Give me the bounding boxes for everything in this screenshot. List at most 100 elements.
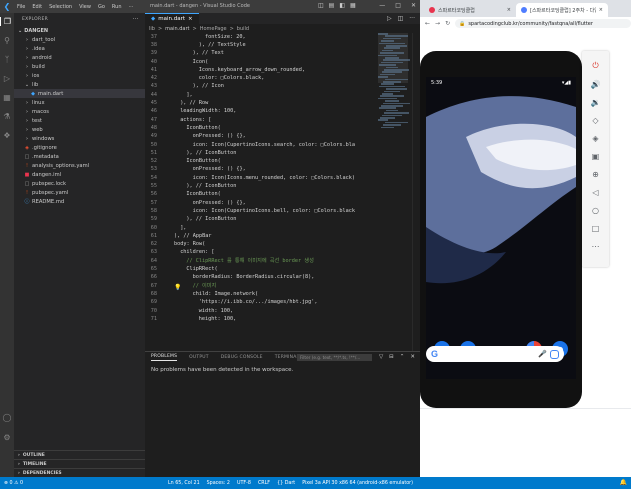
section-dependencies[interactable]: › DEPENDENCIES [14,468,145,477]
tree-item[interactable]: › ios [14,71,145,80]
project-root[interactable]: ⌄ DANGEN [14,26,145,35]
menu-item-run[interactable]: Run [112,4,122,10]
tree-item[interactable]: ◆ main.dart [14,89,145,98]
panel-tab-output[interactable]: OUTPUT [189,355,209,360]
section-timeline[interactable]: › TIMELINE [14,459,145,468]
status-item[interactable]: Pixel 3a API 30 x86 64 (android-x86 emul… [302,481,413,486]
remote-icon[interactable]: ❖ [0,131,14,140]
toggle-sidebar-icon[interactable]: ◫ [318,2,324,9]
maximize-panel-icon[interactable]: ⌃ [400,354,405,360]
close-panel-icon[interactable]: ✕ [410,354,415,360]
close-tab-icon[interactable]: × [188,16,193,22]
rotate-right-icon[interactable]: ◈ [582,129,609,147]
section-outline[interactable]: › OUTLINE [14,450,145,459]
maximize-icon[interactable]: □ [395,2,401,9]
tree-item[interactable]: ! pubspec.yaml [14,188,145,197]
status-item[interactable]: CRLF [258,481,270,486]
tree-item[interactable]: □ pubspec.lock [14,179,145,188]
extensions-icon[interactable]: ▦ [0,93,14,102]
back-arrow-icon[interactable]: ← [425,20,430,27]
chrome-tab[interactable]: [스파르타코딩클럽] 2주차 - 다양한 위젯을 활용해보자× [516,3,608,17]
rotate-left-icon[interactable]: ◇ [582,111,609,129]
tree-item[interactable]: › macos [14,107,145,116]
collapse-all-icon[interactable]: ⊟ [389,354,394,360]
tab-main-dart[interactable]: ◆ main.dart × [145,13,199,24]
more-actions-icon[interactable]: ··· [132,16,139,23]
tree-item[interactable]: ⓘ README.md [14,197,145,206]
tree-item[interactable]: › test [14,116,145,125]
status-item[interactable]: Spaces: 2 [207,481,230,486]
power-icon[interactable]: ⏻ [582,57,609,75]
tree-item[interactable]: › dart_tool [14,35,145,44]
camera-icon[interactable]: ▣ [582,147,609,165]
close-window-icon[interactable]: ✕ [411,2,416,9]
close-tab-icon[interactable]: × [599,7,603,13]
run-debug-icon[interactable]: ▷ [0,74,14,83]
overview-icon[interactable]: □ [582,219,609,237]
customize-layout-icon[interactable]: ▦ [350,2,356,9]
status-item[interactable]: UTF-8 [237,481,251,486]
zoom-icon[interactable]: ⊕ [582,165,609,183]
address-bar[interactable]: 🔒 spartacodingclub.kr/community/fastqna/… [455,19,631,28]
search-icon[interactable]: ⚲ [0,36,14,45]
split-editor-icon[interactable]: ◫ [398,15,404,22]
reload-icon[interactable]: ↻ [445,20,450,27]
breadcrumb-item[interactable]: build [237,26,249,32]
breadcrumb-item[interactable]: main.dart [165,26,189,32]
tree-item[interactable]: › .idea [14,44,145,53]
menu-item-go[interactable]: Go [98,4,105,10]
run-icon[interactable]: ▷ [387,15,392,22]
breadcrumb-item[interactable]: lib [149,26,155,32]
panel-tab-terminal[interactable]: TERMINAL [275,355,299,360]
status-item[interactable]: {} Dart [277,481,295,486]
panel-tab-debug-console[interactable]: DEBUG CONSOLE [221,355,263,360]
notifications-bell-icon[interactable]: 🔔 [620,479,627,486]
forward-arrow-icon[interactable]: → [435,20,440,27]
toggle-secondary-sidebar-icon[interactable]: ◧ [339,2,345,9]
volume-down-icon[interactable]: 🔉 [582,93,609,111]
lightbulb-icon[interactable]: 💡 [174,284,181,291]
settings-gear-icon[interactable]: ⚙ [0,433,14,442]
tree-item[interactable]: ◈ .gitignore [14,143,145,152]
tree-item[interactable]: › build [14,62,145,71]
account-icon[interactable]: ◯ [0,413,14,422]
close-tab-icon[interactable]: × [507,7,511,13]
tree-item[interactable]: › linux [14,98,145,107]
google-lens-icon[interactable] [550,349,559,359]
menu-item-view[interactable]: View [79,4,91,10]
home-icon[interactable]: ○ [582,201,609,219]
source-control-icon[interactable]: ᛉ [0,55,14,64]
problems-count[interactable]: ⊗ 0 ⚠ 0 [4,481,23,486]
problems-filter-input[interactable]: Filter (e.g. text, **/*.ts, !**/... [297,354,372,361]
menu-item-[interactable]: ··· [129,4,134,10]
menu-item-edit[interactable]: Edit [32,4,42,10]
back-icon[interactable]: ◁ [582,183,609,201]
testing-icon[interactable]: ⚗ [0,112,14,121]
google-search-bar[interactable]: G 🎤 [426,346,564,362]
menu-item-file[interactable]: File [17,4,25,10]
tree-item[interactable]: □ .metadata [14,152,145,161]
more-icon[interactable]: ⋯ [582,237,609,255]
minimize-icon[interactable]: — [379,2,385,9]
toggle-panel-icon[interactable]: ▤ [329,2,335,9]
tree-item[interactable]: ⌄ lib [14,80,145,89]
filter-icon[interactable]: ▽ [379,354,383,360]
menu-item-selection[interactable]: Selection [49,4,72,10]
status-item[interactable]: Ln 65, Col 21 [168,481,200,486]
explorer-icon[interactable]: ❐ [0,17,14,26]
panel-tab-problems[interactable]: PROBLEMS [151,354,178,361]
tree-item[interactable]: › web [14,125,145,134]
tree-item[interactable]: ! analysis_options.yaml [14,161,145,170]
microphone-icon[interactable]: 🎤 [538,350,547,358]
more-editor-actions-icon[interactable]: ··· [409,15,415,22]
chrome-tab[interactable]: 스파르타코딩클럽 × [424,3,516,17]
emulator-screen[interactable]: 5:39 ▾◢▮ ✆ ▩ ● [426,77,576,379]
breadcrumb-item[interactable]: HomePage [200,26,227,32]
editor-scrollbar[interactable] [412,33,420,351]
volume-up-icon[interactable]: 🔊 [582,75,609,93]
tree-item[interactable]: › android [14,53,145,62]
tree-item[interactable]: ■ dangen.iml [14,170,145,179]
minimap-line [378,33,388,35]
tree-item[interactable]: › windows [14,134,145,143]
minimap[interactable] [378,33,410,133]
